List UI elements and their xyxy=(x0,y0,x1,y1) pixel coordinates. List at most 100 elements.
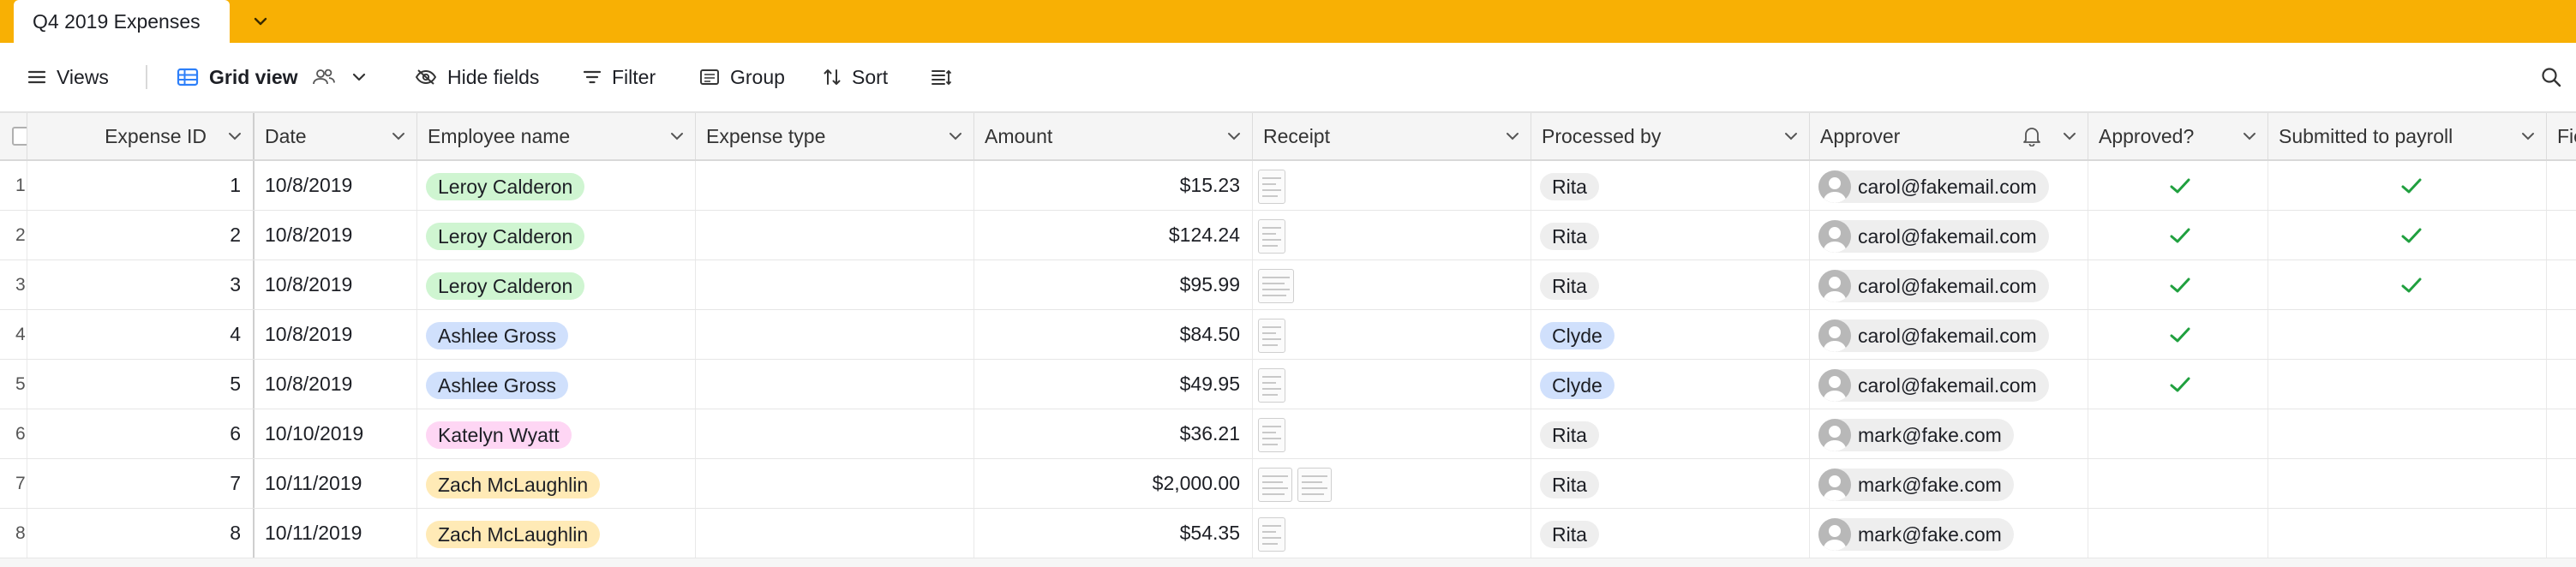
receipt-thumbnail[interactable] xyxy=(1258,268,1294,303)
table-row[interactable]: 4 4 10/8/2019 Ashlee Gross $84.50 Clyde carol@… xyxy=(0,310,2576,360)
row-height-button[interactable] xyxy=(931,43,953,111)
table-row[interactable]: 1 1 10/8/2019 Leroy Calderon $15.23 Rita carol… xyxy=(0,161,2576,211)
column-header-processed-by[interactable]: Processed by xyxy=(1531,113,1810,159)
cell-date[interactable]: 10/11/2019 xyxy=(255,459,417,508)
cell-approved[interactable] xyxy=(2088,260,2268,309)
receipt-thumbnail[interactable] xyxy=(1258,467,1292,502)
cell-next-field[interactable] xyxy=(2547,409,2576,458)
cell-expense-type[interactable] xyxy=(696,161,974,210)
cell-expense-id[interactable]: 6 xyxy=(27,409,255,458)
cell-date[interactable]: 10/10/2019 xyxy=(255,409,417,458)
bell-icon[interactable] xyxy=(2022,126,2041,146)
cell-processed-by[interactable]: Rita xyxy=(1531,161,1810,210)
cell-processed-by[interactable]: Rita xyxy=(1531,459,1810,508)
table-row[interactable]: 3 3 10/8/2019 Leroy Calderon $95.99 Rita carol… xyxy=(0,260,2576,310)
cell-submitted-to-payroll[interactable] xyxy=(2268,409,2547,458)
cell-submitted-to-payroll[interactable] xyxy=(2268,211,2547,260)
cell-approver[interactable]: carol@fakemail.com xyxy=(1810,360,2088,409)
cell-amount[interactable]: $36.21 xyxy=(974,409,1253,458)
cell-approver[interactable]: mark@fake.com xyxy=(1810,509,2088,558)
cell-amount[interactable]: $124.24 xyxy=(974,211,1253,260)
chevron-down-icon[interactable] xyxy=(351,72,367,82)
cell-date[interactable]: 10/8/2019 xyxy=(255,260,417,309)
column-header-approver[interactable]: Approver xyxy=(1810,113,2088,159)
cell-approver[interactable]: carol@fakemail.com xyxy=(1810,260,2088,309)
cell-expense-id[interactable]: 4 xyxy=(27,310,255,359)
cell-amount[interactable]: $15.23 xyxy=(974,161,1253,210)
cell-employee-name[interactable]: Leroy Calderon xyxy=(417,260,696,309)
views-button[interactable]: Views xyxy=(27,43,109,111)
cell-processed-by[interactable]: Clyde xyxy=(1531,360,1810,409)
cell-date[interactable]: 10/8/2019 xyxy=(255,360,417,409)
cell-receipt[interactable] xyxy=(1253,409,1531,458)
search-button[interactable] xyxy=(2540,43,2562,111)
cell-employee-name[interactable]: Zach McLaughlin xyxy=(417,509,696,558)
cell-employee-name[interactable]: Leroy Calderon xyxy=(417,161,696,210)
grid-view-button[interactable]: Grid view xyxy=(177,43,367,111)
select-all-checkbox[interactable] xyxy=(12,126,27,146)
cell-approved[interactable] xyxy=(2088,211,2268,260)
cell-expense-type[interactable] xyxy=(696,310,974,359)
cell-next-field[interactable] xyxy=(2547,260,2576,309)
hide-fields-button[interactable]: Hide fields xyxy=(415,43,539,111)
cell-next-field[interactable] xyxy=(2547,310,2576,359)
cell-date[interactable]: 10/11/2019 xyxy=(255,509,417,558)
cell-expense-type[interactable] xyxy=(696,509,974,558)
table-row[interactable]: 8 8 10/11/2019 Zach McLaughlin $54.35 Rita mar… xyxy=(0,509,2576,558)
receipt-thumbnail[interactable] xyxy=(1258,516,1285,552)
cell-receipt[interactable] xyxy=(1253,360,1531,409)
column-header-date[interactable]: Date xyxy=(255,113,417,159)
sort-button[interactable]: Sort xyxy=(823,43,888,111)
cell-processed-by[interactable]: Rita xyxy=(1531,409,1810,458)
cell-employee-name[interactable]: Katelyn Wyatt xyxy=(417,409,696,458)
cell-receipt[interactable] xyxy=(1253,161,1531,210)
cell-expense-type[interactable] xyxy=(696,459,974,508)
column-header-expense-id[interactable]: Expense ID xyxy=(27,113,255,159)
cell-next-field[interactable] xyxy=(2547,211,2576,260)
cell-expense-type[interactable] xyxy=(696,360,974,409)
cell-next-field[interactable] xyxy=(2547,360,2576,409)
cell-processed-by[interactable]: Rita xyxy=(1531,260,1810,309)
cell-approved[interactable] xyxy=(2088,409,2268,458)
cell-submitted-to-payroll[interactable] xyxy=(2268,509,2547,558)
cell-submitted-to-payroll[interactable] xyxy=(2268,310,2547,359)
cell-expense-id[interactable]: 2 xyxy=(27,211,255,260)
cell-approved[interactable] xyxy=(2088,360,2268,409)
column-header-submitted-to-payroll[interactable]: Submitted to payroll xyxy=(2268,113,2547,159)
cell-approver[interactable]: carol@fakemail.com xyxy=(1810,211,2088,260)
cell-submitted-to-payroll[interactable] xyxy=(2268,360,2547,409)
cell-submitted-to-payroll[interactable] xyxy=(2268,161,2547,210)
cell-date[interactable]: 10/8/2019 xyxy=(255,310,417,359)
receipt-thumbnail[interactable] xyxy=(1258,169,1285,204)
column-header-next-field[interactable]: Fie xyxy=(2547,113,2576,159)
cell-submitted-to-payroll[interactable] xyxy=(2268,260,2547,309)
filter-button[interactable]: Filter xyxy=(583,43,656,111)
cell-expense-id[interactable]: 7 xyxy=(27,459,255,508)
cell-expense-id[interactable]: 3 xyxy=(27,260,255,309)
cell-amount[interactable]: $95.99 xyxy=(974,260,1253,309)
cell-date[interactable]: 10/8/2019 xyxy=(255,161,417,210)
cell-expense-id[interactable]: 1 xyxy=(27,161,255,210)
column-header-receipt[interactable]: Receipt xyxy=(1253,113,1531,159)
cell-approver[interactable]: mark@fake.com xyxy=(1810,409,2088,458)
cell-expense-type[interactable] xyxy=(696,211,974,260)
cell-approver[interactable]: mark@fake.com xyxy=(1810,459,2088,508)
table-tab-q4-2019-expenses[interactable]: Q4 2019 Expenses xyxy=(14,0,230,43)
cell-processed-by[interactable]: Rita xyxy=(1531,509,1810,558)
cell-amount[interactable]: $84.50 xyxy=(974,310,1253,359)
cell-approved[interactable] xyxy=(2088,310,2268,359)
cell-expense-id[interactable]: 5 xyxy=(27,360,255,409)
cell-expense-type[interactable] xyxy=(696,260,974,309)
cell-amount[interactable]: $2,000.00 xyxy=(974,459,1253,508)
group-button[interactable]: Group xyxy=(699,43,785,111)
receipt-thumbnail[interactable] xyxy=(1258,367,1285,403)
column-header-approved[interactable]: Approved? xyxy=(2088,113,2268,159)
table-row[interactable]: 5 5 10/8/2019 Ashlee Gross $49.95 Clyde carol@… xyxy=(0,360,2576,409)
column-header-expense-type[interactable]: Expense type xyxy=(696,113,974,159)
cell-submitted-to-payroll[interactable] xyxy=(2268,459,2547,508)
cell-receipt[interactable] xyxy=(1253,459,1531,508)
receipt-thumbnail[interactable] xyxy=(1258,318,1285,353)
cell-expense-type[interactable] xyxy=(696,409,974,458)
table-row[interactable]: 6 6 10/10/2019 Katelyn Wyatt $36.21 Rita mark@… xyxy=(0,409,2576,459)
column-header-amount[interactable]: Amount xyxy=(974,113,1253,159)
